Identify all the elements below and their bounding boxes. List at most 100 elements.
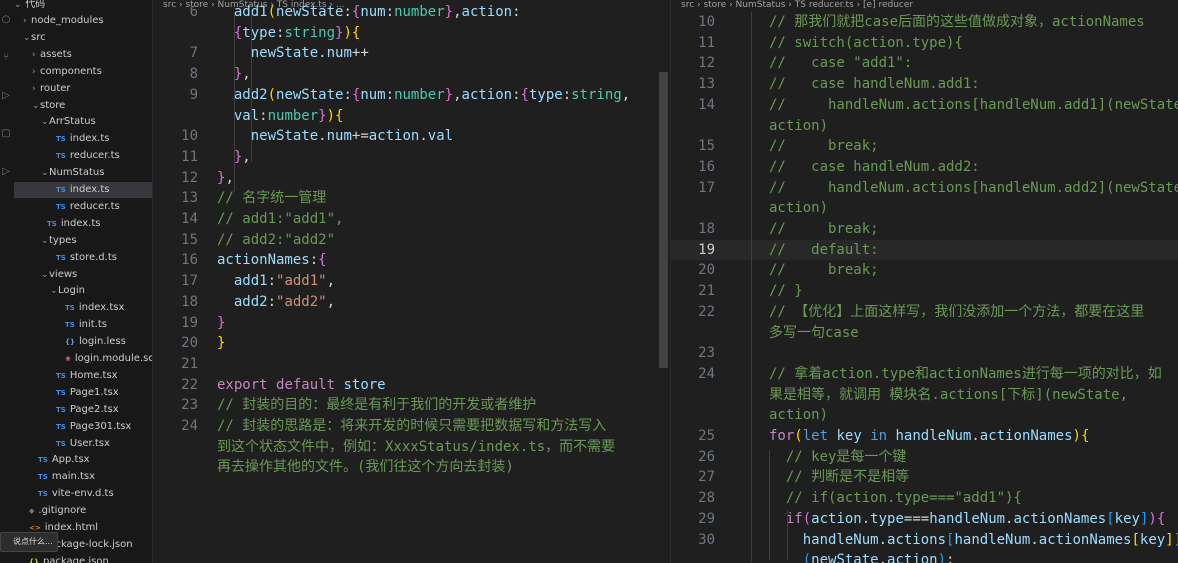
code-line[interactable]: 20} <box>153 333 658 354</box>
code-line[interactable]: 23 <box>671 343 1178 364</box>
file-item[interactable]: ◆ .gitignore <box>14 503 152 519</box>
tooltip: 说点什么... <box>0 532 58 552</box>
extensions-icon[interactable]: ▢ <box>0 128 12 140</box>
code-line[interactable]: 12 // case "add1": <box>671 53 1178 74</box>
line-number: 23 <box>698 345 715 362</box>
code-line[interactable]: 再去操作其他的文件。(我们往这个方向去封装) <box>153 457 658 478</box>
code-line[interactable]: 到这个状态文件中，例如：XxxxStatus/index.ts，而不需要 <box>153 437 658 458</box>
code-line[interactable]: 17 // handleNum.actions[handleNum.add2](n… <box>671 178 1178 199</box>
code-line[interactable]: action) <box>671 198 1178 219</box>
code-line[interactable]: 多写一句case <box>671 323 1178 344</box>
code-line[interactable]: 8 }, <box>153 64 658 85</box>
right-editor-pane[interactable]: src › store › NumStatus › TS reducer.ts … <box>670 0 1178 563</box>
folder-item[interactable]: ⌄views <box>14 267 152 283</box>
code-line[interactable]: 24 // 封装的思路是：将来开发的时候只需要把数据写和方法写入 <box>153 416 658 437</box>
file-item[interactable]: TS vite-env.d.ts <box>14 486 152 502</box>
line-number: 18 <box>698 221 715 237</box>
code-line[interactable]: (newState,action); <box>671 550 1178 563</box>
code-line[interactable]: 10 // 那我们就把case后面的这些值做成对象，actionNames <box>671 12 1178 33</box>
search-icon[interactable]: ○ <box>0 14 12 26</box>
code-line[interactable]: action) <box>671 405 1178 426</box>
code-line[interactable]: 29 if(action.type===handleNum.actionName… <box>671 509 1178 530</box>
code-line[interactable]: 24 // 拿着action.type和actionNames进行每一项的对比，如 <box>671 364 1178 385</box>
folder-item[interactable]: ⌄Login <box>14 283 152 299</box>
code-token: action) <box>769 117 829 134</box>
code-line[interactable]: 18 add2:"add2", <box>153 292 658 313</box>
file-item[interactable]: TS App.tsx <box>14 452 152 468</box>
folder-item[interactable]: › node_modules <box>14 13 152 29</box>
code-line[interactable]: 23 // 封装的目的：最终是有利于我们的开发或者维护 <box>153 395 658 416</box>
code-line[interactable]: 14 // handleNum.actions[handleNum.add1](n… <box>671 95 1178 116</box>
scrollbar-thumb[interactable] <box>659 72 668 368</box>
code-line[interactable]: {type:string}){ <box>153 23 658 44</box>
code-text: 到这个状态文件中，例如：XxxxStatus/index.ts，而不需要 <box>217 437 615 458</box>
folder-item[interactable]: ⌄src <box>14 30 152 46</box>
code-line[interactable]: 11 }, <box>153 147 658 168</box>
code-line[interactable]: 12}, <box>153 168 658 189</box>
file-item[interactable]: TS index.ts <box>14 182 152 198</box>
code-line[interactable]: 18 // break; <box>671 219 1178 240</box>
code-line[interactable]: 17 add1:"add1", <box>153 271 658 292</box>
code-line[interactable]: 16 actionNames:{ <box>153 250 658 271</box>
code-line[interactable]: 21 <box>153 354 658 375</box>
file-item[interactable]: TS store.d.ts <box>14 250 152 266</box>
file-item[interactable]: {} login.less <box>14 334 152 350</box>
folder-item[interactable]: ⌄ArrStatus <box>14 114 152 130</box>
code-line[interactable]: 28 // if(action.type==="add1"){ <box>671 488 1178 509</box>
code-line[interactable]: action) <box>671 116 1178 137</box>
code-line[interactable]: 26 // key是每一个键 <box>671 447 1178 468</box>
code-line[interactable]: 9 add2(newState:{num:number},action:{typ… <box>153 85 658 106</box>
remote-icon[interactable]: ▷ <box>0 166 12 178</box>
code-text: // key是每一个键 <box>769 447 907 468</box>
file-item[interactable]: TS main.tsx <box>14 469 152 485</box>
file-item[interactable]: {} package.json <box>14 554 152 563</box>
code-line[interactable]: 20 // break; <box>671 260 1178 281</box>
line-number: 12 <box>181 169 198 186</box>
source-control-icon[interactable]: ⑂ <box>0 52 12 64</box>
file-item[interactable]: TS index.tsx <box>14 300 152 316</box>
file-item[interactable]: ❀login.module.scss <box>14 351 152 367</box>
code-line[interactable]: 21 // } <box>671 281 1178 302</box>
code-line[interactable]: 25 for(let key in handleNum.actionNames){ <box>671 426 1178 447</box>
code-line[interactable]: 10 newState.num+=action.val <box>153 126 658 147</box>
file-item[interactable]: TS Page2.tsx <box>14 402 152 418</box>
file-item[interactable]: TS Page1.tsx <box>14 385 152 401</box>
code-line[interactable]: 30 handleNum.actions[handleNum.actionNam… <box>671 530 1178 551</box>
left-editor-pane[interactable]: src › store › NumStatus › TS index.ts › … <box>153 0 668 563</box>
code-line[interactable]: 19 // default: <box>671 239 1178 261</box>
file-item[interactable]: TS init.ts <box>14 317 152 333</box>
code-line[interactable]: 11 // switch(action.type){ <box>671 33 1178 54</box>
code-line[interactable]: 22 export default store <box>153 375 658 396</box>
folder-item[interactable]: ⌄types <box>14 233 152 249</box>
code-line[interactable]: 7 newState.num++ <box>153 43 658 64</box>
explorer-root[interactable]: ⌄ 代码 <box>14 0 152 13</box>
code-line[interactable]: 13 // case handleNum.add1: <box>671 74 1178 95</box>
file-item[interactable]: TS Home.tsx <box>14 368 152 384</box>
code-line[interactable]: 22 // 【优化】上面这样写，我们没添加一个方法，都要在这里 <box>671 302 1178 323</box>
code-line[interactable]: 13 // 名字统一管理 <box>153 188 658 209</box>
file-item[interactable]: TS User.tsx <box>14 436 152 452</box>
folder-item[interactable]: ⌄store <box>14 98 152 114</box>
file-item[interactable]: TS index.ts <box>14 216 152 232</box>
tree-item-label: components <box>40 65 102 77</box>
folder-item[interactable]: › components <box>14 64 152 80</box>
folder-item[interactable]: ⌄NumStatus <box>14 165 152 181</box>
file-item[interactable]: TS index.ts <box>14 131 152 147</box>
indent-guide <box>769 450 770 560</box>
run-debug-icon[interactable]: ▷ <box>0 90 12 102</box>
code-line[interactable]: 15 // add2:"add2" <box>153 230 658 251</box>
code-line[interactable]: val:number}){ <box>153 106 658 127</box>
code-line[interactable]: 16 // case handleNum.add2: <box>671 157 1178 178</box>
code-line[interactable]: 14 // add1:"add1", <box>153 209 658 230</box>
file-item[interactable]: TS Page301.tsx <box>14 419 152 435</box>
file-item[interactable]: TS reducer.ts <box>14 148 152 164</box>
code-line[interactable]: 19} <box>153 313 658 334</box>
folder-item[interactable]: › router <box>14 81 152 97</box>
code-line[interactable]: 27 // 判断是不是相等 <box>671 467 1178 488</box>
file-item[interactable]: TS reducer.ts <box>14 199 152 215</box>
code-line[interactable]: 15 // break; <box>671 136 1178 157</box>
code-line[interactable]: 果是相等，就调用 模块名.actions[下标](newState, <box>671 385 1178 406</box>
folder-item[interactable]: › assets <box>14 47 152 63</box>
code-line[interactable]: 6 add1(newState:{num:number},action: <box>153 2 658 23</box>
code-token: ( <box>802 552 812 563</box>
